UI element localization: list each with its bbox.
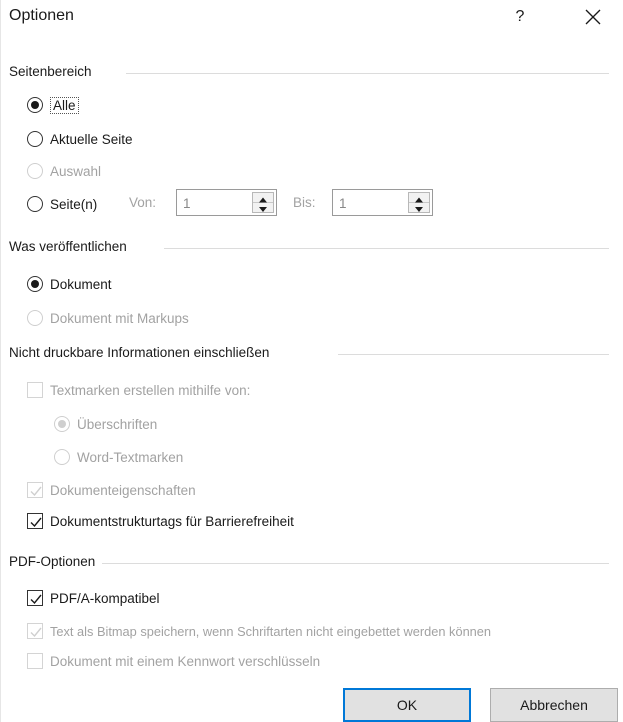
bookmarks-checkbox-row: Textmarken erstellen mithilfe von: [27, 379, 250, 401]
from-spin-buttons[interactable] [252, 192, 274, 213]
pdfa-checkbox[interactable] [27, 590, 43, 606]
struct-tags-row[interactable]: Dokumentstrukturtags für Barrierefreihei… [27, 510, 294, 532]
nonprint-divider [338, 354, 609, 355]
radio-word-bookmarks-label: Word-Textmarken [77, 449, 184, 465]
radio-document-markups-label: Dokument mit Markups [50, 310, 189, 326]
encrypt-checkbox [27, 653, 43, 669]
radio-word-bookmarks-circle [54, 449, 70, 465]
pdf-options-divider [102, 563, 609, 564]
to-spin-buttons[interactable] [408, 192, 430, 213]
radio-headings-circle [54, 416, 70, 432]
close-icon [585, 9, 601, 25]
close-button[interactable] [580, 4, 606, 30]
from-spin-up-button[interactable] [253, 193, 273, 203]
publish-header: Was veröffentlichen [9, 239, 127, 254]
struct-tags-checkbox[interactable] [27, 513, 43, 529]
pdfa-row[interactable]: PDF/A-kompatibel [27, 587, 160, 609]
pdf-options-header: PDF-Optionen [9, 554, 96, 569]
radio-current-page[interactable]: Aktuelle Seite [27, 128, 133, 150]
doc-properties-label: Dokumenteigenschaften [50, 482, 196, 498]
from-spin-down-button[interactable] [253, 203, 273, 213]
doc-properties-checkbox [27, 482, 43, 498]
radio-all-label: Alle [50, 96, 79, 114]
help-button[interactable]: ? [508, 5, 532, 29]
bookmarks-checkbox [27, 382, 43, 398]
radio-document[interactable]: Dokument [27, 273, 112, 295]
publish-divider [164, 248, 609, 249]
radio-selection: Auswahl [27, 160, 101, 182]
checkmark-icon [30, 627, 42, 638]
to-spin-up-button[interactable] [409, 193, 429, 203]
radio-document-markups-circle [27, 310, 43, 326]
pdfa-label: PDF/A-kompatibel [50, 590, 160, 606]
to-label: Bis: [293, 195, 316, 210]
cancel-button[interactable]: Abbrechen [490, 688, 618, 722]
radio-all[interactable]: Alle [27, 94, 79, 116]
caret-down-icon [415, 207, 423, 212]
radio-current-page-circle[interactable] [27, 131, 43, 147]
radio-pages[interactable]: Seite(n) [27, 193, 97, 215]
bitmap-label: Text als Bitmap speichern, wenn Schrifta… [50, 623, 492, 639]
checkmark-icon [30, 517, 42, 528]
radio-selection-label: Auswahl [50, 163, 102, 179]
bitmap-checkbox [27, 623, 43, 639]
radio-all-circle[interactable] [27, 97, 43, 113]
from-value[interactable]: 1 [183, 196, 191, 211]
caret-down-icon [259, 207, 267, 212]
ok-button[interactable]: OK [343, 688, 471, 722]
radio-selection-circle [27, 163, 43, 179]
bitmap-row: Text als Bitmap speichern, wenn Schrifta… [27, 620, 491, 642]
window-title: Optionen [9, 7, 74, 24]
checkmark-icon [30, 486, 42, 497]
to-spinner[interactable]: 1 [332, 189, 433, 216]
from-spinner[interactable]: 1 [176, 189, 277, 216]
radio-pages-circle[interactable] [27, 196, 43, 212]
checkmark-icon [30, 594, 42, 605]
radio-document-markups: Dokument mit Markups [27, 307, 189, 329]
radio-headings-label: Überschriften [77, 416, 158, 432]
encrypt-label: Dokument mit einem Kennwort verschlüssel… [50, 653, 321, 669]
radio-pages-label: Seite(n) [50, 196, 98, 212]
window-left-edge [0, 0, 1, 722]
doc-properties-row: Dokumenteigenschaften [27, 479, 196, 501]
radio-headings: Überschriften [54, 413, 157, 435]
encrypt-row: Dokument mit einem Kennwort verschlüssel… [27, 650, 320, 672]
title-bar: Optionen ? [0, 0, 623, 34]
radio-document-circle[interactable] [27, 276, 43, 292]
radio-current-page-label: Aktuelle Seite [50, 131, 133, 147]
from-label: Von: [129, 195, 157, 210]
to-value[interactable]: 1 [339, 196, 347, 211]
radio-word-bookmarks: Word-Textmarken [54, 446, 183, 468]
to-spin-down-button[interactable] [409, 203, 429, 213]
nonprint-header: Nicht druckbare Informationen einschließ… [9, 345, 270, 360]
page-range-header: Seitenbereich [9, 64, 92, 79]
bookmarks-label: Textmarken erstellen mithilfe von: [50, 382, 251, 398]
struct-tags-label: Dokumentstrukturtags für Barrierefreihei… [50, 513, 294, 529]
page-range-divider [126, 73, 609, 74]
radio-document-label: Dokument [50, 276, 112, 292]
